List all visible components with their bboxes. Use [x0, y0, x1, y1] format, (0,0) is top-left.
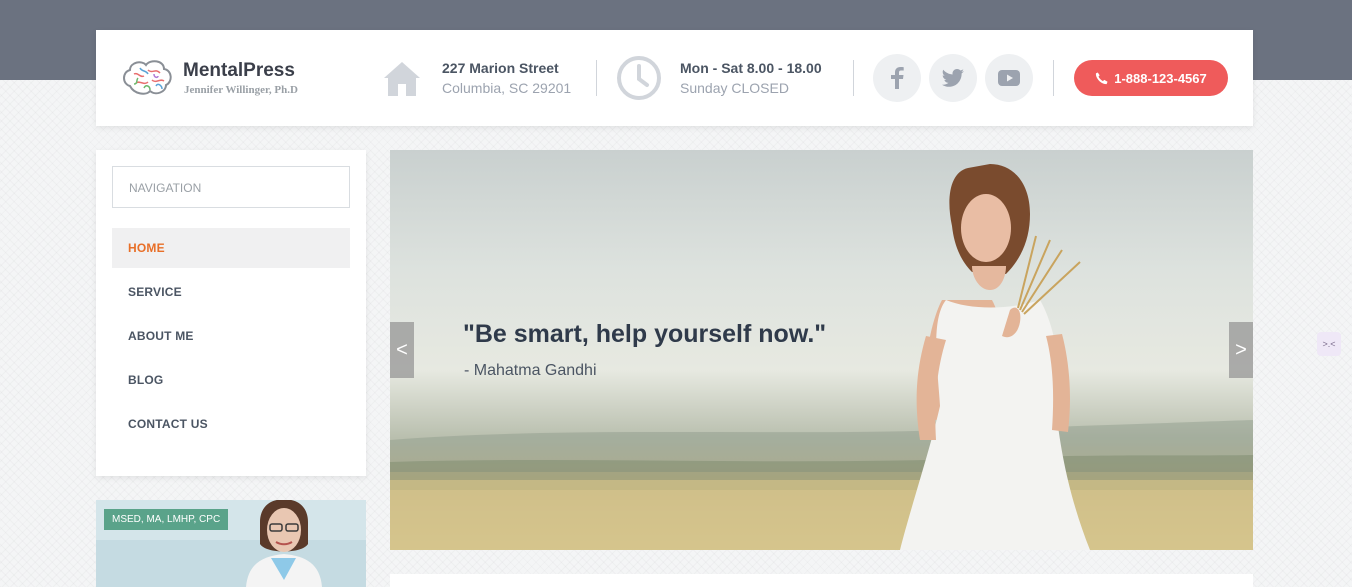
facebook-icon [891, 67, 904, 89]
logo[interactable]: MentalPress Jennifer Willinger, Ph.D [120, 54, 360, 104]
phone-icon [1096, 71, 1108, 84]
hero-slider: "Be smart, help yourself now." - Mahatma… [390, 150, 1253, 550]
nav-item-home[interactable]: HOME [112, 228, 350, 268]
hours-line2: Sunday CLOSED [680, 80, 789, 96]
clock-icon [617, 56, 661, 100]
assistant-widget-icon[interactable]: >.< [1317, 332, 1341, 356]
divider [1053, 60, 1054, 96]
nav-item-contact-us[interactable]: CONTACT US [112, 404, 350, 444]
home-icon [384, 62, 420, 96]
navigation-title: NAVIGATION [112, 166, 350, 208]
hero-image [390, 164, 1253, 550]
slide-quote: "Be smart, help yourself now." [463, 320, 827, 348]
twitter-button[interactable] [929, 54, 977, 102]
sidebar: NAVIGATION HOME SERVICE ABOUT ME BLOG CO… [96, 150, 366, 476]
nav-item-service[interactable]: SERVICE [112, 272, 350, 312]
slide-author: - Mahatma Gandhi [464, 362, 597, 379]
brand-name: MentalPress [183, 60, 295, 81]
profile-card: MSED, MA, LMHP, CPC [96, 500, 366, 587]
phone-button[interactable]: 1-888-123-4567 [1074, 60, 1228, 96]
youtube-icon [998, 70, 1020, 86]
divider [596, 60, 597, 96]
brand-tagline: Jennifer Willinger, Ph.D [184, 84, 298, 96]
slider-prev-button[interactable]: < [390, 322, 414, 378]
phone-number: 1-888-123-4567 [1114, 70, 1207, 86]
slider-next-button[interactable]: > [1229, 322, 1253, 378]
youtube-button[interactable] [985, 54, 1033, 102]
address-line2: Columbia, SC 29201 [442, 80, 572, 96]
nav-item-about-me[interactable]: ABOUT ME [112, 316, 350, 356]
address-line1: 227 Marion Street [442, 60, 559, 76]
divider [853, 60, 854, 96]
nav-item-blog[interactable]: BLOG [112, 360, 350, 400]
content-panel [390, 574, 1253, 587]
hours-line1: Mon - Sat 8.00 - 18.00 [680, 60, 822, 76]
facebook-button[interactable] [873, 54, 921, 102]
brain-logo-icon [123, 60, 172, 95]
twitter-icon [942, 69, 964, 87]
site-header: MentalPress Jennifer Willinger, Ph.D 227… [96, 30, 1253, 126]
credentials-badge: MSED, MA, LMHP, CPC [104, 509, 229, 530]
